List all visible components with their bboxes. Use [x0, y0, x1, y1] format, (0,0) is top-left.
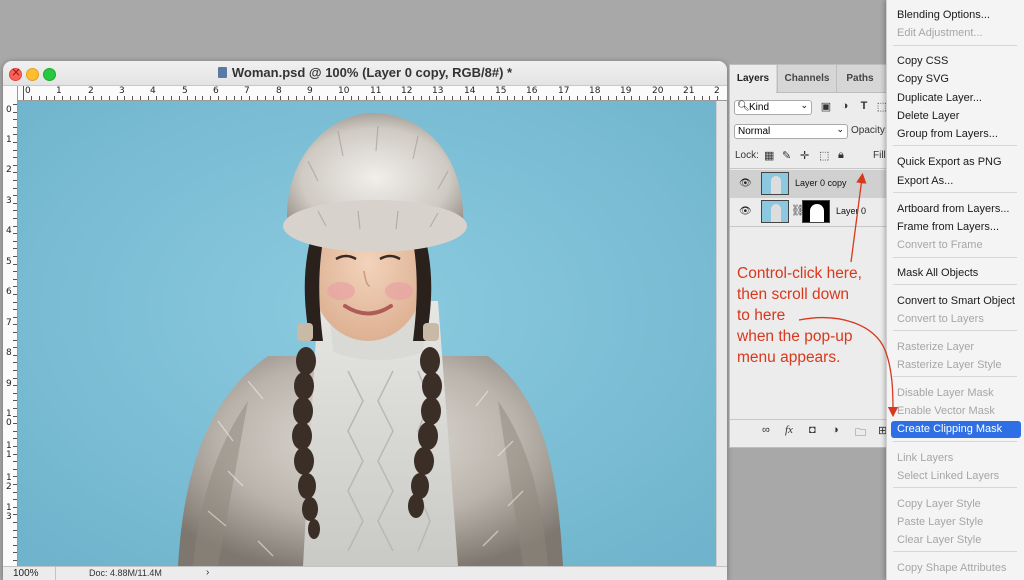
annotation-arrows: [798, 172, 899, 418]
arrow-to-layer: [850, 172, 867, 263]
arrow-to-menu-item: [798, 317, 899, 418]
